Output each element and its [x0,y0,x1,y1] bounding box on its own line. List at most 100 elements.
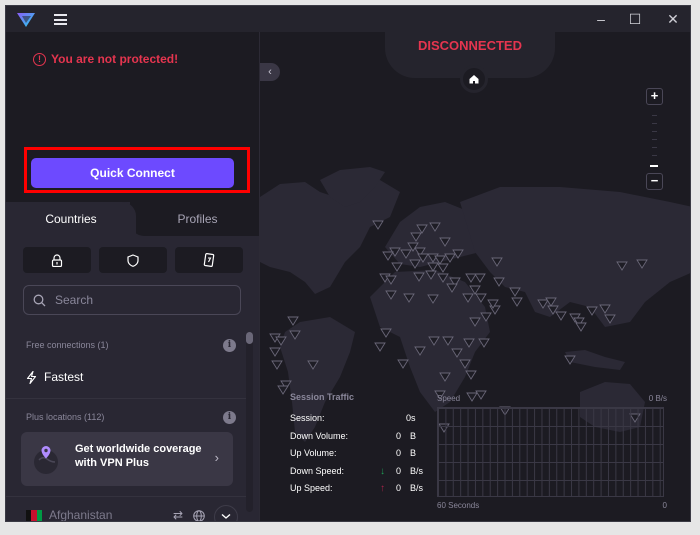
zoom-in-button[interactable]: + [646,88,663,105]
scrollbar-thumb[interactable] [246,332,253,344]
shield-icon [127,253,139,267]
server-pin[interactable] [269,347,281,357]
home-icon [469,75,479,84]
speed-graph-x-label: 60 Seconds [437,501,480,510]
plus-info-icon[interactable]: i [223,411,236,424]
menu-button[interactable] [54,14,67,25]
traffic-value: 0s [406,413,416,423]
home-button[interactable] [460,65,488,93]
maximize-button[interactable]: ☐ [624,10,646,28]
chevron-down-icon [221,513,231,519]
alert-icon: ! [33,52,46,66]
server-pin[interactable] [380,328,392,338]
traffic-row-down-volume: Down Volume: 0 B [290,431,420,449]
quick-connect-button[interactable]: Quick Connect [31,158,234,188]
title-bar: – ☐ ✕ [6,6,690,32]
search-icon [33,294,46,306]
server-pin[interactable] [555,311,567,321]
p2p-filter-button[interactable] [175,247,243,273]
traffic-row-up-volume: Up Volume: 0 B [290,448,420,466]
speed-graph-title: Speed [437,394,461,403]
traffic-unit: B [410,430,417,441]
search-field[interactable] [23,285,241,315]
traffic-value: 0 [396,483,402,493]
app-window: – ☐ ✕ ! You are not protected! Quick Con… [5,5,691,522]
connection-status: DISCONNECTED [417,38,522,53]
traffic-value: 0 [396,430,402,441]
globe-icon [193,510,205,521]
tab-profiles[interactable]: Profiles [136,202,259,236]
lightning-icon [26,370,37,384]
server-pin[interactable] [277,385,289,395]
free-connections-header: Free connections (1) [26,340,109,350]
traffic-label: Up Speed: [290,483,333,493]
speed-graph-x-end: 0 [662,501,667,510]
traffic-value: 0 [396,448,402,458]
traffic-row-session: Session: 0s [290,413,420,431]
lock-icon [51,253,63,267]
protection-warning: ! You are not protected! [33,52,178,66]
zoom-tick [652,147,657,148]
tab-countries[interactable]: Countries [6,202,136,236]
expand-country-button[interactable] [214,505,238,521]
fastest-label: Fastest [44,370,84,384]
feature-filters [23,247,243,273]
free-info-icon[interactable]: i [223,339,236,352]
traffic-label: Down Volume: [290,430,349,441]
server-pin[interactable] [465,370,477,380]
speed-graph-grid [437,407,664,497]
upgrade-promo-card[interactable]: Get worldwide coverage with VPN Plus › [21,432,233,486]
globe-pin-icon [34,446,58,474]
list-scrollbar[interactable] [246,332,253,512]
arrow-up-icon: ↑ [380,483,385,494]
server-pin[interactable] [391,262,403,272]
server-pin[interactable] [382,251,394,261]
plus-locations-header: Plus locations (112) [26,412,105,422]
zoom-out-button[interactable]: − [646,173,663,190]
afghanistan-flag-icon [26,510,42,521]
server-pin[interactable] [397,359,409,369]
server-pin[interactable] [372,220,384,230]
server-pin[interactable] [511,297,523,307]
minimize-button[interactable]: – [590,10,612,28]
warning-text: You are not protected! [51,52,179,66]
server-pin[interactable] [427,262,439,272]
secure-core-filter-button[interactable] [23,247,91,273]
zoom-level-indicator[interactable] [650,165,658,167]
traffic-label: Up Volume: [290,448,337,458]
tab-bar: Countries Profiles [6,202,259,236]
country-row[interactable]: Afghanistan ⇄ [6,502,246,522]
divider [6,496,246,497]
p2p-icon [203,253,215,267]
map-panel: DISCONNECTED ‹ + − Session Traffic Sessi… [259,30,690,521]
netshield-filter-button[interactable] [99,247,167,273]
traffic-label: Session: [290,413,325,423]
zoom-tick [652,123,657,124]
zoom-tick [652,115,657,116]
server-pin[interactable] [287,316,299,326]
collapse-sidebar-button[interactable]: ‹ [260,63,280,81]
arrow-down-icon: ↓ [380,465,385,477]
speed-graph-max: 0 B/s [648,394,667,403]
session-traffic-title: Session Traffic [290,392,355,402]
p2p-icon: ⇄ [173,508,184,522]
server-pin[interactable] [509,287,521,297]
zoom-tick [652,155,657,156]
server-pin[interactable] [437,263,449,273]
server-pin[interactable] [474,273,486,283]
fastest-server-item[interactable]: Fastest [26,370,83,384]
server-pin[interactable] [374,342,386,352]
traffic-unit: B/s [410,483,424,493]
search-input[interactable] [55,293,225,307]
indonesia [565,350,625,370]
session-traffic-panel: Session Traffic Session: 0s Down Volume:… [290,392,424,501]
country-name: Afghanistan [49,508,113,522]
server-pin[interactable] [271,360,283,370]
divider [6,398,246,399]
traffic-unit: B [410,448,417,458]
speed-graph-panel: Speed 0 B/s 60 Seconds 0 [437,394,667,510]
server-pin[interactable] [575,322,587,332]
traffic-label: Down Speed: [290,465,345,476]
server-pin[interactable] [465,273,477,283]
close-button[interactable]: ✕ [662,10,684,28]
